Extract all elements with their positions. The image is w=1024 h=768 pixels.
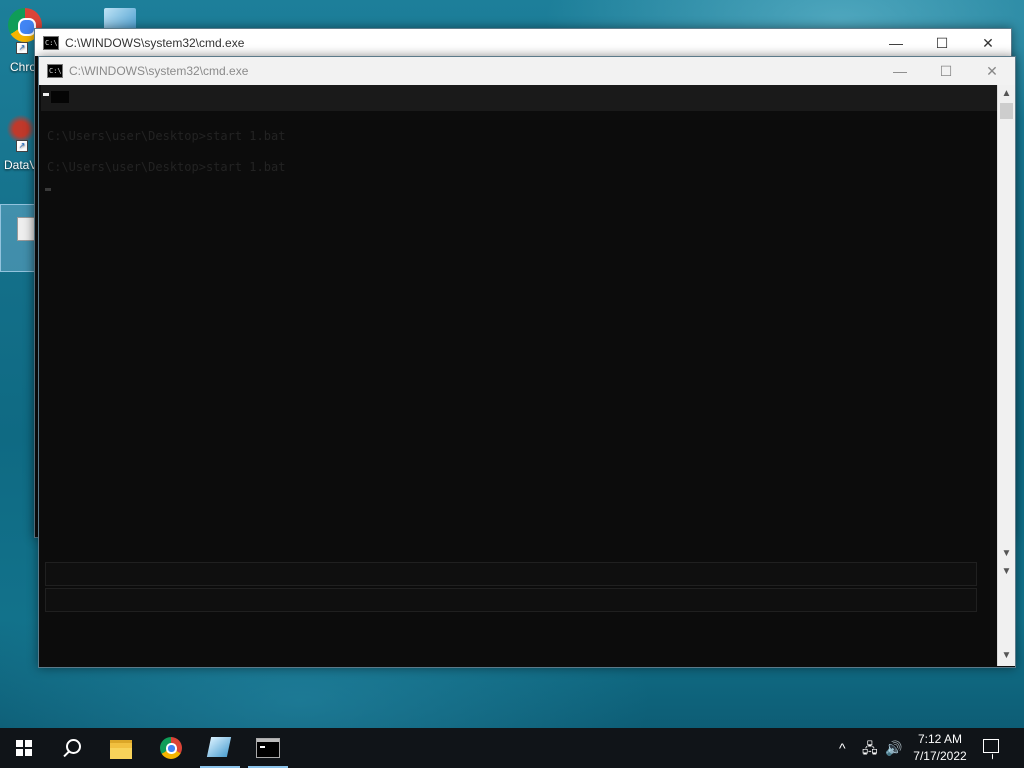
search-button[interactable] <box>48 728 96 768</box>
ghost-band <box>45 562 977 586</box>
start-icon <box>16 740 32 756</box>
file-explorer-icon <box>110 740 132 759</box>
console-line: C:\Users\user\Desktop>start 1.bat <box>47 160 286 174</box>
clock-time: 7:12 AM <box>917 732 963 746</box>
scroll-up-arrow-icon[interactable]: ▲ <box>998 85 1015 102</box>
console-lower-area <box>41 562 997 666</box>
maximize-button[interactable]: ☐ <box>919 29 965 57</box>
app-icon <box>104 8 136 30</box>
window-title: C:\WINDOWS\system32\cmd.exe <box>69 64 249 78</box>
scroll-down-arrow-icon[interactable]: ▼ <box>998 545 1015 562</box>
taskbar: ^ 🖧 🔊 7:12 AM 7/17/2022 <box>0 728 1024 768</box>
console-cursor <box>43 93 49 96</box>
chrome-taskbar-button[interactable] <box>148 728 196 768</box>
clock-date: 7/17/2022 <box>913 749 967 763</box>
chrome-icon <box>160 737 182 759</box>
app-taskbar-button[interactable] <box>196 728 244 768</box>
cmd-window-front[interactable]: C:\ C:\WINDOWS\system32\cmd.exe — ☐ ✕ C:… <box>38 56 1016 668</box>
close-button[interactable]: ✕ <box>965 29 1011 57</box>
scroll-down-arrow-icon[interactable]: ▼ <box>998 563 1015 580</box>
cmd-icon: C:\ <box>47 64 63 78</box>
shortcut-arrow-icon: ↗ <box>16 42 28 54</box>
minimize-button[interactable]: — <box>873 29 919 57</box>
console-output[interactable]: C:\Users\user\Desktop>start 1.bat C:\Use… <box>41 85 997 562</box>
file-explorer-button[interactable] <box>98 728 146 768</box>
window-title: C:\WINDOWS\system32\cmd.exe <box>65 36 245 50</box>
desktop-icon-label: DataV <box>4 158 38 172</box>
app-icon <box>206 737 232 757</box>
start-button[interactable] <box>0 728 48 768</box>
title-bar[interactable]: C:\ C:\WINDOWS\system32\cmd.exe — ☐ ✕ <box>35 29 1011 56</box>
notification-icon[interactable] <box>983 739 999 753</box>
volume-icon[interactable]: 🔊 <box>885 739 902 757</box>
maximize-button[interactable]: ☐ <box>923 57 969 85</box>
scroll-down-arrow-icon[interactable]: ▼ <box>998 647 1015 664</box>
cmd-taskbar-button[interactable] <box>244 728 292 768</box>
desktop-icon-label: Chro <box>10 60 37 74</box>
console-selection <box>51 91 69 103</box>
cmd-icon: C:\ <box>43 36 59 50</box>
title-bar[interactable]: C:\ C:\WINDOWS\system32\cmd.exe — ☐ ✕ <box>39 57 1015 85</box>
vertical-scrollbar-lower[interactable]: ▼ ▼ <box>997 562 1015 666</box>
shortcut-arrow-icon: ↗ <box>16 140 28 152</box>
console-line: C:\Users\user\Desktop>start 1.bat <box>47 129 286 143</box>
desktop-icon-selected[interactable] <box>0 204 38 272</box>
network-icon[interactable]: 🖧 <box>862 739 878 757</box>
clock[interactable]: 7:12 AM 7/17/2022 <box>906 731 974 765</box>
minimize-button[interactable]: — <box>877 57 923 85</box>
console-cursor <box>45 188 51 191</box>
scrollbar-thumb[interactable] <box>1000 103 1013 119</box>
close-button[interactable]: ✕ <box>969 57 1015 85</box>
cmd-icon <box>256 738 280 758</box>
document-icon <box>17 217 35 241</box>
ghost-band <box>45 588 977 612</box>
vertical-scrollbar[interactable]: ▲ ▼ <box>997 85 1015 562</box>
console-highlight-row <box>41 85 997 111</box>
tray-chevron-icon[interactable]: ^ <box>839 739 846 757</box>
search-icon <box>66 739 81 754</box>
